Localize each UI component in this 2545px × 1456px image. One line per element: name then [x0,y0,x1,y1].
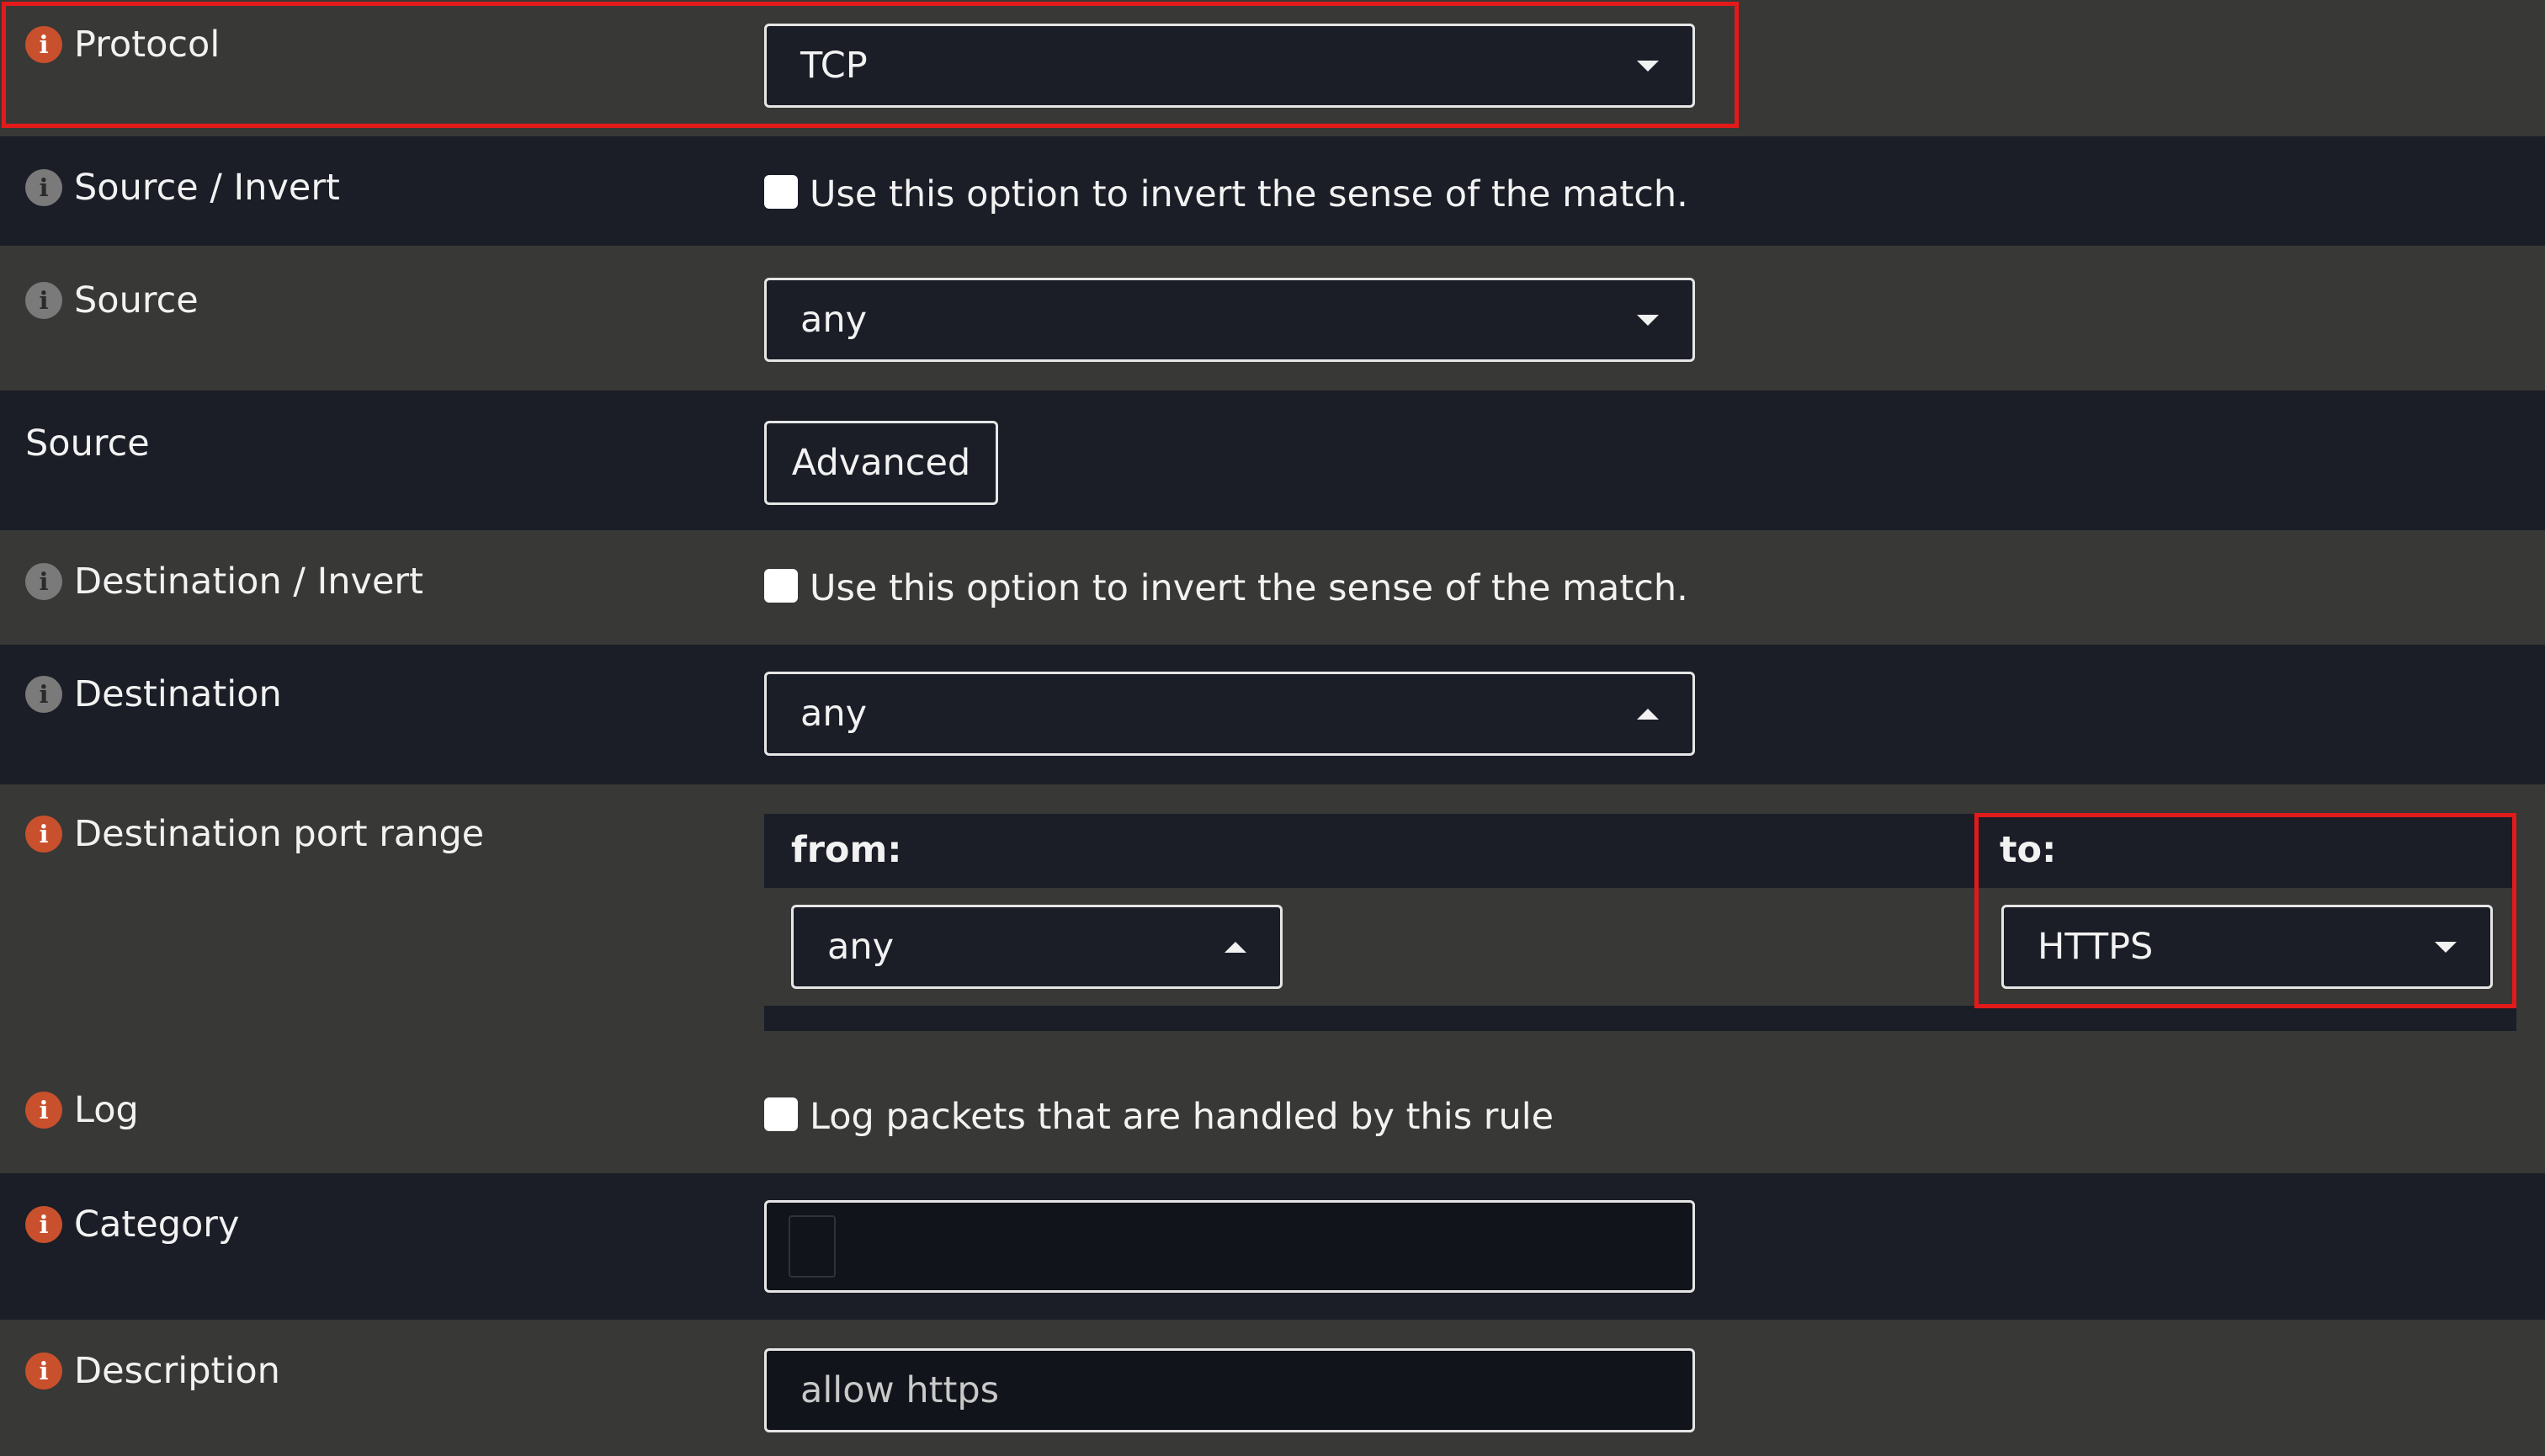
row-destination-invert: i Destination / Invert Use this option t… [0,530,2545,645]
info-icon[interactable]: i [25,26,62,63]
description-input-value: allow https [800,1369,1000,1411]
destination-label-text: Destination [74,673,282,715]
destination-port-range-label: i Destination port range [25,813,484,855]
source-advanced-label-text: Source [25,422,150,465]
info-icon[interactable]: i [25,676,62,713]
port-from-select[interactable]: any [791,905,1283,989]
info-icon[interactable]: i [25,1352,62,1390]
category-label-text: Category [74,1204,240,1246]
port-from-select-value: any [827,926,895,968]
info-icon[interactable]: i [25,816,62,853]
description-label: i Description [25,1350,280,1392]
destination-invert-label: i Destination / Invert [25,561,423,603]
category-token-placeholder [789,1215,836,1278]
port-to-select-value: HTTPS [2038,926,2154,968]
source-invert-label-text: Source / Invert [74,167,340,209]
chevron-up-icon [1637,709,1659,720]
source-advanced-label: Source [25,422,150,465]
row-log: i Log Log packets that are handled by th… [0,1059,2545,1173]
source-select-value: any [800,299,868,341]
chevron-down-icon [2435,942,2457,953]
source-invert-checkbox[interactable] [764,175,798,209]
port-range-footer [764,1006,2516,1031]
row-source-invert: i Source / Invert Use this option to inv… [0,136,2545,246]
destination-select[interactable]: any [764,672,1695,756]
row-source-advanced: Source Advanced [0,391,2545,530]
category-label: i Category [25,1204,239,1246]
log-checkbox[interactable] [764,1097,798,1131]
source-label: i Source [25,279,199,321]
source-label-text: Source [74,279,199,321]
log-label-text: Log [74,1089,139,1131]
port-to-label: to: [2000,829,2057,871]
info-icon[interactable]: i [25,282,62,319]
destination-label: i Destination [25,673,282,715]
protocol-label: i Protocol [25,24,220,66]
protocol-label-text: Protocol [74,24,220,66]
row-category: i Category [0,1173,2545,1320]
chevron-up-icon [1225,942,1246,953]
destination-select-value: any [800,693,868,735]
description-label-text: Description [74,1350,280,1392]
source-select[interactable]: any [764,278,1695,362]
destination-port-range-label-text: Destination port range [74,813,485,855]
info-icon[interactable]: i [25,169,62,206]
info-icon[interactable]: i [25,1092,62,1129]
destination-invert-checkbox-text: Use this option to invert the sense of t… [810,567,1688,609]
row-description: i Description allow https [0,1320,2545,1456]
port-range-header [764,814,2516,888]
protocol-select-value: TCP [800,45,868,87]
port-from-label: from: [791,829,902,871]
row-protocol: i Protocol TCP [0,0,2545,136]
source-invert-label: i Source / Invert [25,167,340,209]
log-checkbox-text: Log packets that are handled by this rul… [810,1096,1554,1138]
log-label: i Log [25,1089,139,1131]
port-to-select[interactable]: HTTPS [2001,905,2493,989]
description-input[interactable]: allow https [764,1348,1695,1432]
destination-invert-option: Use this option to invert the sense of t… [764,567,1688,609]
advanced-button-label: Advanced [791,442,971,484]
chevron-down-icon [1637,61,1659,72]
row-source: i Source any [0,246,2545,391]
source-invert-option: Use this option to invert the sense of t… [764,173,1688,215]
advanced-button[interactable]: Advanced [764,421,998,505]
info-icon[interactable]: i [25,1206,62,1243]
destination-invert-checkbox[interactable] [764,569,798,603]
log-option: Log packets that are handled by this rul… [764,1096,1554,1138]
category-input[interactable] [764,1200,1695,1293]
info-icon[interactable]: i [25,563,62,600]
protocol-select[interactable]: TCP [764,24,1695,108]
destination-invert-label-text: Destination / Invert [74,561,423,603]
chevron-down-icon [1637,315,1659,326]
row-destination: i Destination any [0,645,2545,784]
source-invert-checkbox-text: Use this option to invert the sense of t… [810,173,1688,215]
